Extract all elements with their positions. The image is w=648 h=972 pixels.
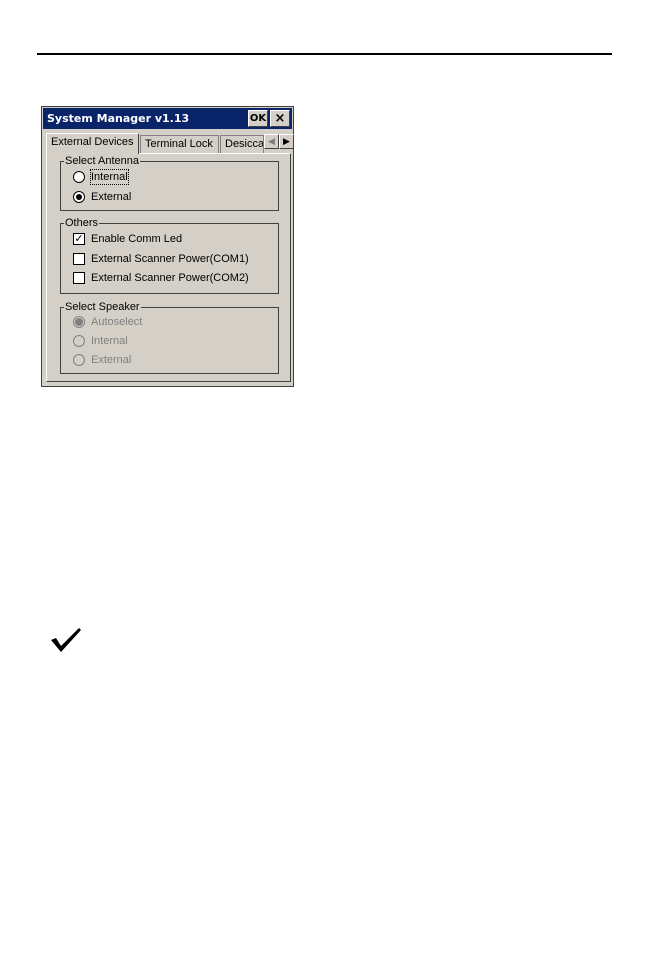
- arrow-right-icon: ▶: [283, 136, 290, 146]
- tab-scroll-right-button[interactable]: ▶: [279, 134, 294, 149]
- select-speaker-title: Select Speaker: [64, 300, 141, 314]
- radio-unchecked-icon: [73, 354, 85, 366]
- tab-strip: External Devices Terminal Lock Desiccant…: [46, 133, 294, 154]
- speaker-internal-label: Internal: [91, 335, 128, 347]
- ok-button[interactable]: OK: [248, 110, 268, 127]
- tab-terminal-lock[interactable]: Terminal Lock: [140, 135, 219, 153]
- others-title: Others: [64, 216, 100, 230]
- radio-unchecked-icon: [73, 335, 85, 347]
- speaker-autoselect-label: Autoselect: [91, 316, 143, 328]
- antenna-external-label: External: [91, 191, 132, 203]
- title-bar: System Manager v1.13 OK ×: [43, 108, 292, 129]
- page-header-rule: [37, 53, 612, 55]
- external-devices-panel: Select Antenna Internal External Others …: [46, 153, 291, 382]
- others-group: Others ✓ Enable Comm Led External Scanne…: [60, 216, 279, 294]
- tab-scroll-left-button[interactable]: ◀: [264, 134, 279, 149]
- select-antenna-group: Select Antenna Internal External: [60, 154, 279, 211]
- tab-external-devices[interactable]: External Devices: [46, 133, 139, 154]
- tab-desiccant[interactable]: Desiccant: [220, 135, 264, 153]
- external-scanner-power-com1-label: External Scanner Power(COM1): [91, 253, 249, 265]
- system-manager-window: System Manager v1.13 OK × External Devic…: [41, 106, 294, 387]
- radio-checked-icon: [73, 191, 85, 203]
- antenna-internal-label: Internal: [90, 169, 129, 185]
- speaker-external-label: External: [91, 354, 132, 366]
- checkbox-unchecked-icon: [73, 272, 85, 284]
- external-scanner-power-com2-label: External Scanner Power(COM2): [91, 272, 249, 284]
- arrow-left-icon: ◀: [268, 136, 275, 146]
- radio-checked-icon: [73, 316, 85, 328]
- close-button[interactable]: ×: [270, 110, 290, 127]
- checkbox-checked-icon: ✓: [73, 233, 85, 245]
- radio-unchecked-icon: [73, 171, 85, 183]
- enable-comm-led-label: Enable Comm Led: [91, 233, 183, 245]
- select-antenna-title: Select Antenna: [64, 154, 141, 168]
- window-title: System Manager v1.13: [47, 112, 190, 125]
- select-speaker-group: Select Speaker Autoselect Internal Exter…: [60, 300, 279, 374]
- checkbox-unchecked-icon: [73, 253, 85, 265]
- checkmark-icon: [51, 628, 81, 652]
